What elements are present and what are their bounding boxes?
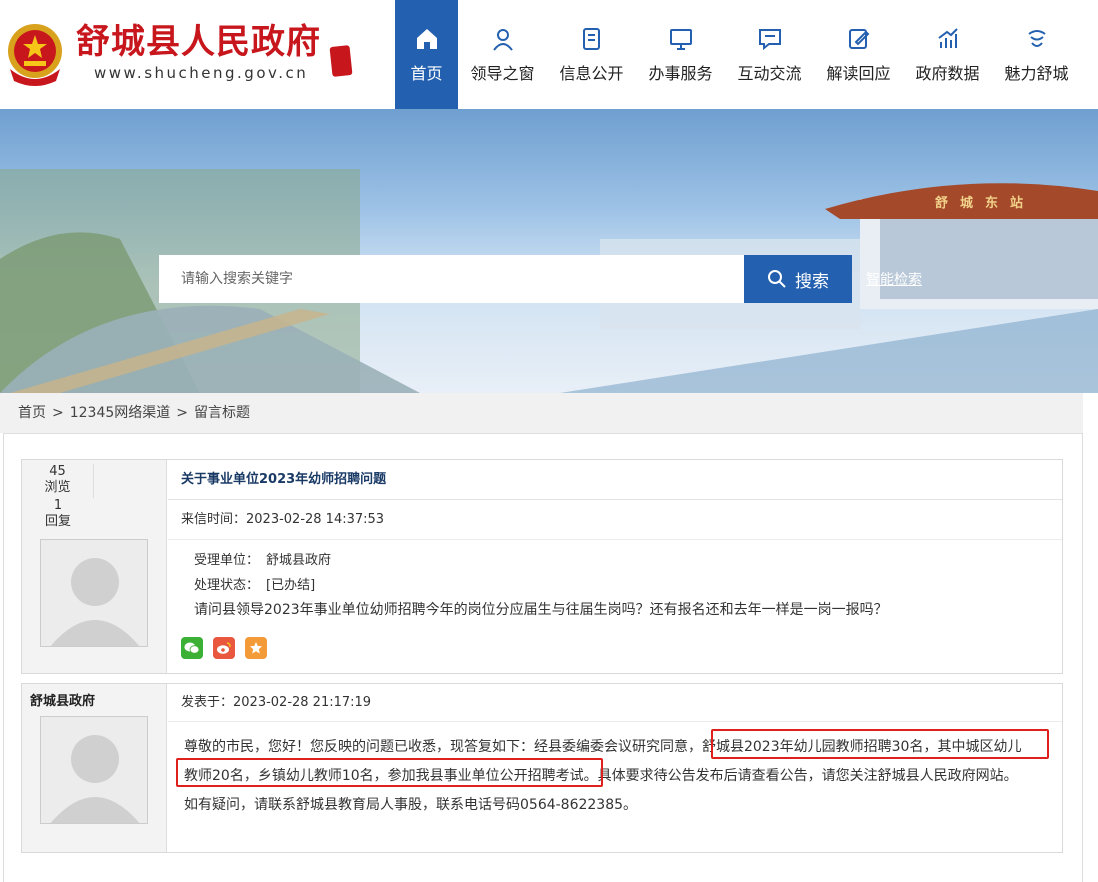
nav-services[interactable]: 办事服务 — [636, 0, 725, 109]
nav-interpretation[interactable]: 解读回应 — [814, 0, 903, 109]
breadcrumb-home[interactable]: 首页 — [18, 405, 46, 421]
nav-label: 解读回应 — [826, 64, 891, 83]
favorite-icon — [250, 642, 262, 654]
weibo-icon — [217, 642, 231, 654]
wechat-share-button[interactable] — [181, 637, 203, 659]
reply-sidebar: 舒城县政府 — [22, 684, 167, 852]
view-stats: 45 浏览 — [22, 464, 94, 498]
post-info: 受理单位： 舒城县政府 处理状态： [已办结] 请问县领导2023年事业单位幼师招聘… — [168, 540, 1062, 623]
banner-scenery: 舒城东站 — [0, 169, 1098, 393]
default-avatar-icon — [50, 735, 140, 823]
nav-charm[interactable]: 魅力舒城 — [992, 0, 1081, 109]
nav-label: 办事服务 — [648, 64, 713, 83]
nav-label: 魅力舒城 — [1004, 64, 1069, 83]
view-count: 45 — [49, 464, 66, 479]
highlight-box — [711, 729, 1049, 759]
unit-value: 舒城县政府 — [266, 553, 332, 568]
breadcrumb-channel[interactable]: 12345网络渠道 — [70, 405, 171, 421]
hero-banner: 舒城东站 搜索 智能检索 — [0, 109, 1098, 393]
reply-label: 回复 — [44, 514, 71, 529]
edit-icon — [848, 29, 869, 49]
site-title[interactable]: 舒城县人民政府 — [76, 22, 321, 62]
post-main: 关于事业单位2023年幼师招聘问题 来信时间：2023-02-28 14:37:… — [168, 460, 1062, 673]
site-domain: www.shucheng.gov.cn — [94, 64, 309, 82]
breadcrumb-current: 留言标题 — [194, 405, 251, 421]
nav-home[interactable]: 首页 — [395, 0, 458, 109]
chat-icon — [758, 29, 781, 51]
nav-label: 领导之窗 — [470, 64, 535, 83]
status-label: 处理状态： — [194, 578, 260, 593]
main-nav: 首页 领导之窗 信息公开 办事服务 互动交流 解读回应 政府数据 魅力舒城 — [395, 0, 1081, 109]
search-input[interactable] — [159, 255, 745, 303]
reply-count: 1 — [53, 498, 63, 513]
nav-label: 互动交流 — [737, 64, 802, 83]
nav-leaders[interactable]: 领导之窗 — [458, 0, 547, 109]
reply-author: 舒城县政府 — [30, 694, 96, 709]
station-sign: 舒城东站 — [935, 195, 1035, 211]
advanced-search-link[interactable]: 智能检索 — [866, 269, 922, 289]
question-text: 请问县领导2023年事业单位幼师招聘今年的岗位分应届生与往届生岗吗？还有报名还和… — [194, 602, 888, 618]
site-header: 舒城县人民政府 www.shucheng.gov.cn 首页 领导之窗 信息公开… — [0, 0, 1098, 109]
reply-time: 发表于：2023-02-28 21:17:19 — [168, 684, 1062, 722]
avatar — [40, 539, 148, 647]
document-icon — [582, 28, 600, 50]
unit-label: 受理单位： — [194, 553, 260, 568]
default-avatar-icon — [50, 558, 140, 646]
national-emblem-icon — [8, 24, 62, 86]
chart-icon — [937, 28, 958, 48]
post-time: 来信时间：2023-02-28 14:37:53 — [168, 500, 1062, 540]
lamp-icon — [1027, 30, 1046, 47]
favorite-share-button[interactable] — [245, 637, 267, 659]
post-title: 关于事业单位2023年幼师招聘问题 — [168, 460, 1062, 500]
breadcrumb: 首页 >12345网络渠道 > 留言标题 — [0, 393, 1083, 433]
view-label: 浏览 — [44, 480, 71, 495]
nav-interaction[interactable]: 互动交流 — [725, 0, 814, 109]
seal-stamp-icon — [329, 45, 353, 77]
share-bar — [181, 637, 267, 659]
weibo-share-button[interactable] — [213, 637, 235, 659]
nav-label: 信息公开 — [559, 64, 624, 83]
question-post: 45 浏览 1 回复 关于事业单位2023年幼师招聘问题 来信时间：2023-0… — [21, 459, 1063, 674]
monitor-icon — [669, 29, 692, 50]
status-value: [已办结] — [266, 578, 316, 593]
home-icon — [416, 29, 437, 49]
search-box — [159, 255, 745, 303]
highlight-box — [176, 758, 603, 787]
nav-gov-data[interactable]: 政府数据 — [903, 0, 992, 109]
wechat-icon — [184, 642, 200, 654]
search-button[interactable]: 搜索 — [744, 255, 852, 303]
reply-line: 如有疑问，请联系舒城县教育局人事股，联系电话号码0564-8622385。 — [184, 797, 638, 813]
user-icon — [492, 29, 513, 51]
nav-label: 首页 — [410, 64, 443, 83]
nav-label: 政府数据 — [915, 64, 980, 83]
nav-info-disclosure[interactable]: 信息公开 — [547, 0, 636, 109]
search-button-label: 搜索 — [795, 271, 829, 292]
post-sidebar: 45 浏览 1 回复 — [22, 460, 167, 673]
reply-stats: 1 回复 — [22, 498, 94, 530]
search-icon — [768, 270, 786, 288]
avatar — [40, 716, 148, 824]
